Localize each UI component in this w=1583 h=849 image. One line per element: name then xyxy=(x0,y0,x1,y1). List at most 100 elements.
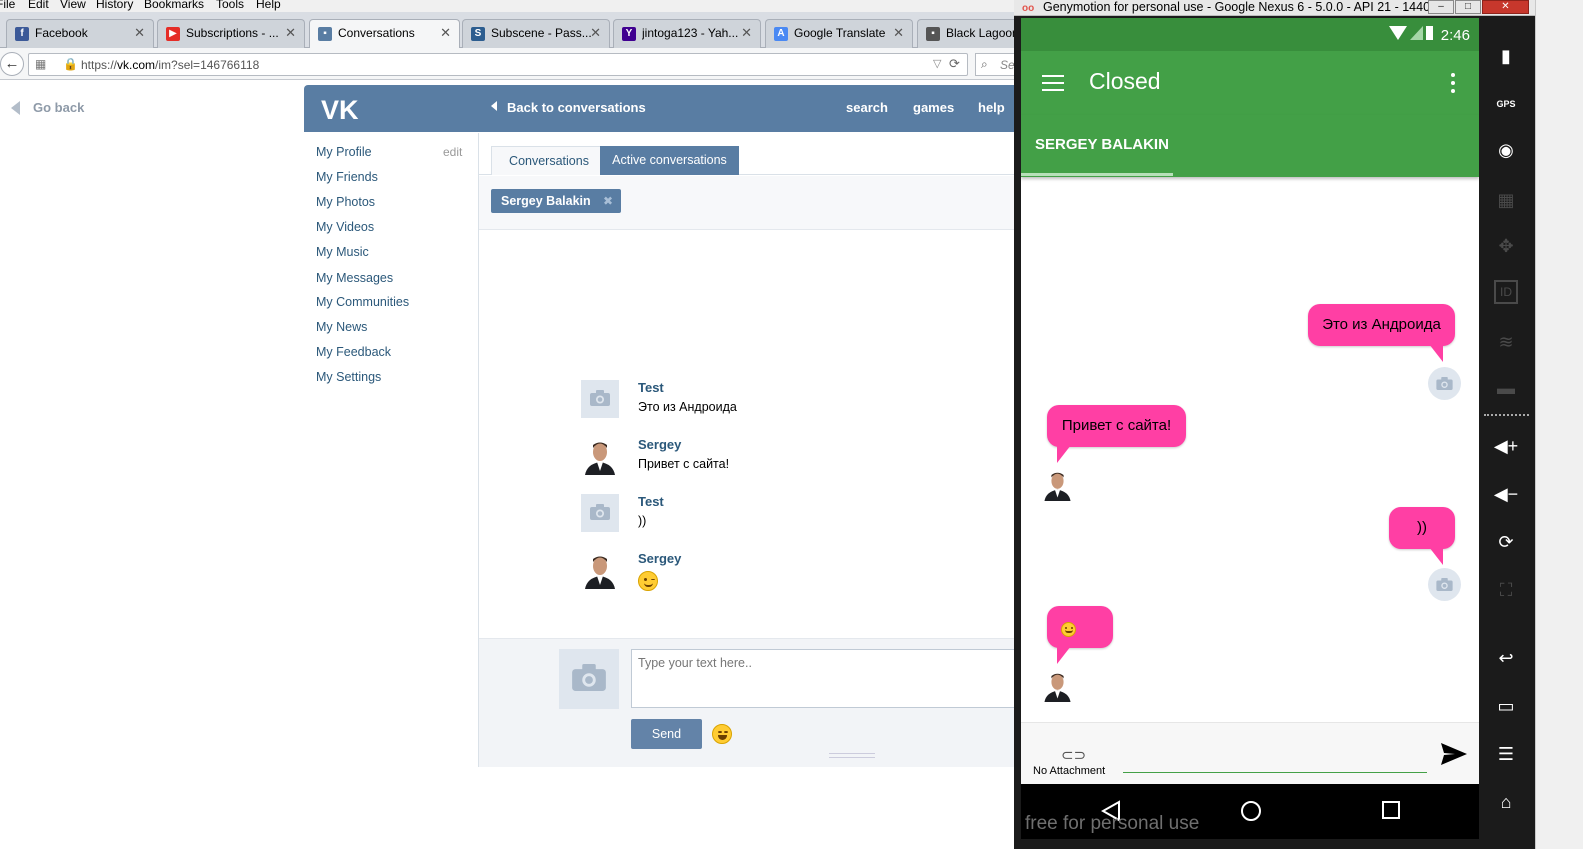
send-icon[interactable] xyxy=(1441,743,1467,765)
menu-my-feedback[interactable]: My Feedback xyxy=(316,345,391,359)
header-games-link[interactable]: games xyxy=(913,100,954,115)
camera-avatar[interactable] xyxy=(581,494,619,532)
tab-google-translate[interactable]: A Google Translate ✕ xyxy=(765,19,913,48)
menu-key-icon[interactable]: ☰ xyxy=(1492,740,1520,768)
close-icon[interactable]: ✕ xyxy=(134,25,145,41)
peer-chip[interactable]: Sergey Balakin ✖ xyxy=(491,189,621,213)
nav-recents-icon[interactable] xyxy=(1381,800,1401,820)
remote-control-icon[interactable]: ✥ xyxy=(1492,232,1520,260)
menu-my-profile[interactable]: My Profile xyxy=(316,145,372,159)
message-author[interactable]: Sergey xyxy=(638,437,681,452)
menu-history[interactable]: History xyxy=(96,0,133,11)
overflow-menu-icon[interactable] xyxy=(1451,73,1455,93)
gps-widget-icon[interactable]: GPS xyxy=(1492,90,1520,118)
photo-avatar[interactable] xyxy=(581,551,619,589)
battery-widget-icon[interactable]: ▮ xyxy=(1492,42,1520,70)
phone-message-input[interactable] xyxy=(1123,772,1427,773)
camera-avatar[interactable] xyxy=(559,649,619,709)
menu-tools[interactable]: Tools xyxy=(216,0,244,11)
chat-bubble-outgoing[interactable]: Это из Андроида xyxy=(1308,304,1455,346)
url-text[interactable]: https://vk.com/im?sel=146766118 xyxy=(81,58,259,72)
pixel-perfect-icon[interactable]: ⛶ xyxy=(1492,576,1520,604)
photo-avatar[interactable] xyxy=(581,437,619,475)
svg-text:VK: VK xyxy=(321,96,359,122)
volume-up-icon[interactable]: ◀+ xyxy=(1492,432,1520,460)
menu-my-music[interactable]: My Music xyxy=(316,245,369,259)
page-grid-icon[interactable]: ▦ xyxy=(35,57,46,71)
close-icon[interactable]: ✕ xyxy=(741,25,752,41)
home-key-icon[interactable]: ⌂ xyxy=(1492,788,1520,816)
close-button[interactable]: ✕ xyxy=(1482,0,1529,14)
camera-avatar[interactable] xyxy=(1428,367,1461,400)
back-key-icon[interactable]: ↩ xyxy=(1492,644,1520,672)
tab-sergey-balakin[interactable]: SERGEY BALAKIN xyxy=(1035,136,1169,153)
camera-avatar[interactable] xyxy=(581,380,619,418)
resize-grip[interactable] xyxy=(829,753,875,758)
tab-conversations[interactable]: Conversations xyxy=(491,146,607,175)
go-back-link[interactable]: Go back xyxy=(33,100,84,115)
device-id-icon[interactable]: ID xyxy=(1494,280,1518,304)
menu-view[interactable]: View xyxy=(60,0,86,11)
dropdown-arrow-icon[interactable]: ▽ xyxy=(933,57,941,70)
url-bar[interactable]: ▦ 🔒 https://vk.com/im?sel=146766118 ▽ ⟳ xyxy=(28,53,968,76)
minimize-button[interactable]: – xyxy=(1428,0,1454,14)
header-help-link[interactable]: help xyxy=(978,100,1005,115)
close-icon[interactable]: ✕ xyxy=(440,25,451,41)
tab-yahoo[interactable]: Y jintoga123 - Yah... ✕ xyxy=(613,19,761,48)
message-author[interactable]: Test xyxy=(638,380,664,395)
vk-logo-icon[interactable]: VK xyxy=(321,96,365,122)
sms-widget-icon[interactable]: ▬ xyxy=(1492,374,1520,402)
menu-my-friends[interactable]: My Friends xyxy=(316,170,378,184)
menu-my-videos[interactable]: My Videos xyxy=(316,220,374,234)
rotate-icon[interactable]: ⟳ xyxy=(1492,528,1520,556)
recent-apps-key-icon[interactable]: ▭ xyxy=(1492,692,1520,720)
network-widget-icon[interactable]: ≋ xyxy=(1492,328,1520,356)
maximize-button[interactable]: □ xyxy=(1455,0,1481,14)
yahoo-icon: Y xyxy=(622,27,636,41)
message-author[interactable]: Test xyxy=(638,494,664,509)
menu-help[interactable]: Help xyxy=(256,0,281,11)
photo-avatar[interactable] xyxy=(1041,468,1074,501)
tab-active-conversations[interactable]: Active conversations xyxy=(600,146,739,175)
reload-icon[interactable]: ⟳ xyxy=(949,56,960,72)
chat-bubble-incoming[interactable] xyxy=(1047,606,1113,648)
menu-my-news[interactable]: My News xyxy=(316,320,367,334)
menu-bookmarks[interactable]: Bookmarks xyxy=(144,0,204,11)
header-search-link[interactable]: search xyxy=(846,100,888,115)
menu-edit[interactable]: Edit xyxy=(28,0,49,11)
nav-home-icon[interactable] xyxy=(1240,800,1262,822)
photo-avatar[interactable] xyxy=(1041,669,1074,702)
close-icon[interactable]: ✖ xyxy=(603,189,613,213)
back-arrow-icon[interactable]: ← xyxy=(0,52,24,76)
tab-conversations[interactable]: ▪ Conversations ✕ xyxy=(309,19,460,49)
edit-profile-link[interactable]: edit xyxy=(443,145,462,159)
webcam-widget-icon[interactable]: ◉ xyxy=(1492,136,1520,164)
go-back-arrow-icon[interactable] xyxy=(11,101,20,115)
chat-bubble-outgoing[interactable]: )) xyxy=(1389,507,1455,549)
menu-my-messages[interactable]: My Messages xyxy=(316,271,393,285)
menu-my-photos[interactable]: My Photos xyxy=(316,195,375,209)
message-input[interactable]: Type your text here.. xyxy=(631,649,1017,708)
close-icon[interactable]: ✕ xyxy=(590,25,601,41)
tab-black-lagoon[interactable]: ▪ Black Lagoon xyxy=(917,19,1027,48)
app-toolbar: Closed xyxy=(1021,51,1479,115)
menu-file[interactable]: File xyxy=(0,0,15,11)
paperclip-icon[interactable]: ⊂⊃ xyxy=(1061,746,1086,764)
menu-my-settings[interactable]: My Settings xyxy=(316,370,381,384)
send-button[interactable]: Send xyxy=(631,719,702,749)
message-author[interactable]: Sergey xyxy=(638,551,681,566)
capture-widget-icon[interactable]: ▦ xyxy=(1492,186,1520,214)
close-icon[interactable]: ✕ xyxy=(893,25,904,41)
emoji-picker-icon[interactable] xyxy=(712,724,732,744)
tab-youtube[interactable]: ▶ Subscriptions - ... ✕ xyxy=(157,19,305,48)
chat-bubble-incoming[interactable]: Привет с сайта! xyxy=(1047,405,1186,447)
close-icon[interactable]: ✕ xyxy=(285,25,296,41)
back-to-conversations-link[interactable]: Back to conversations xyxy=(507,100,646,115)
volume-down-icon[interactable]: ◀− xyxy=(1492,480,1520,508)
tab-subscene[interactable]: S Subscene - Pass... ✕ xyxy=(462,19,610,48)
camera-avatar[interactable] xyxy=(1428,568,1461,601)
tab-facebook[interactable]: f Facebook ✕ xyxy=(6,19,154,48)
menu-my-communities[interactable]: My Communities xyxy=(316,295,409,309)
hamburger-menu-icon[interactable] xyxy=(1042,75,1064,91)
page-icon: ▪ xyxy=(926,27,940,41)
